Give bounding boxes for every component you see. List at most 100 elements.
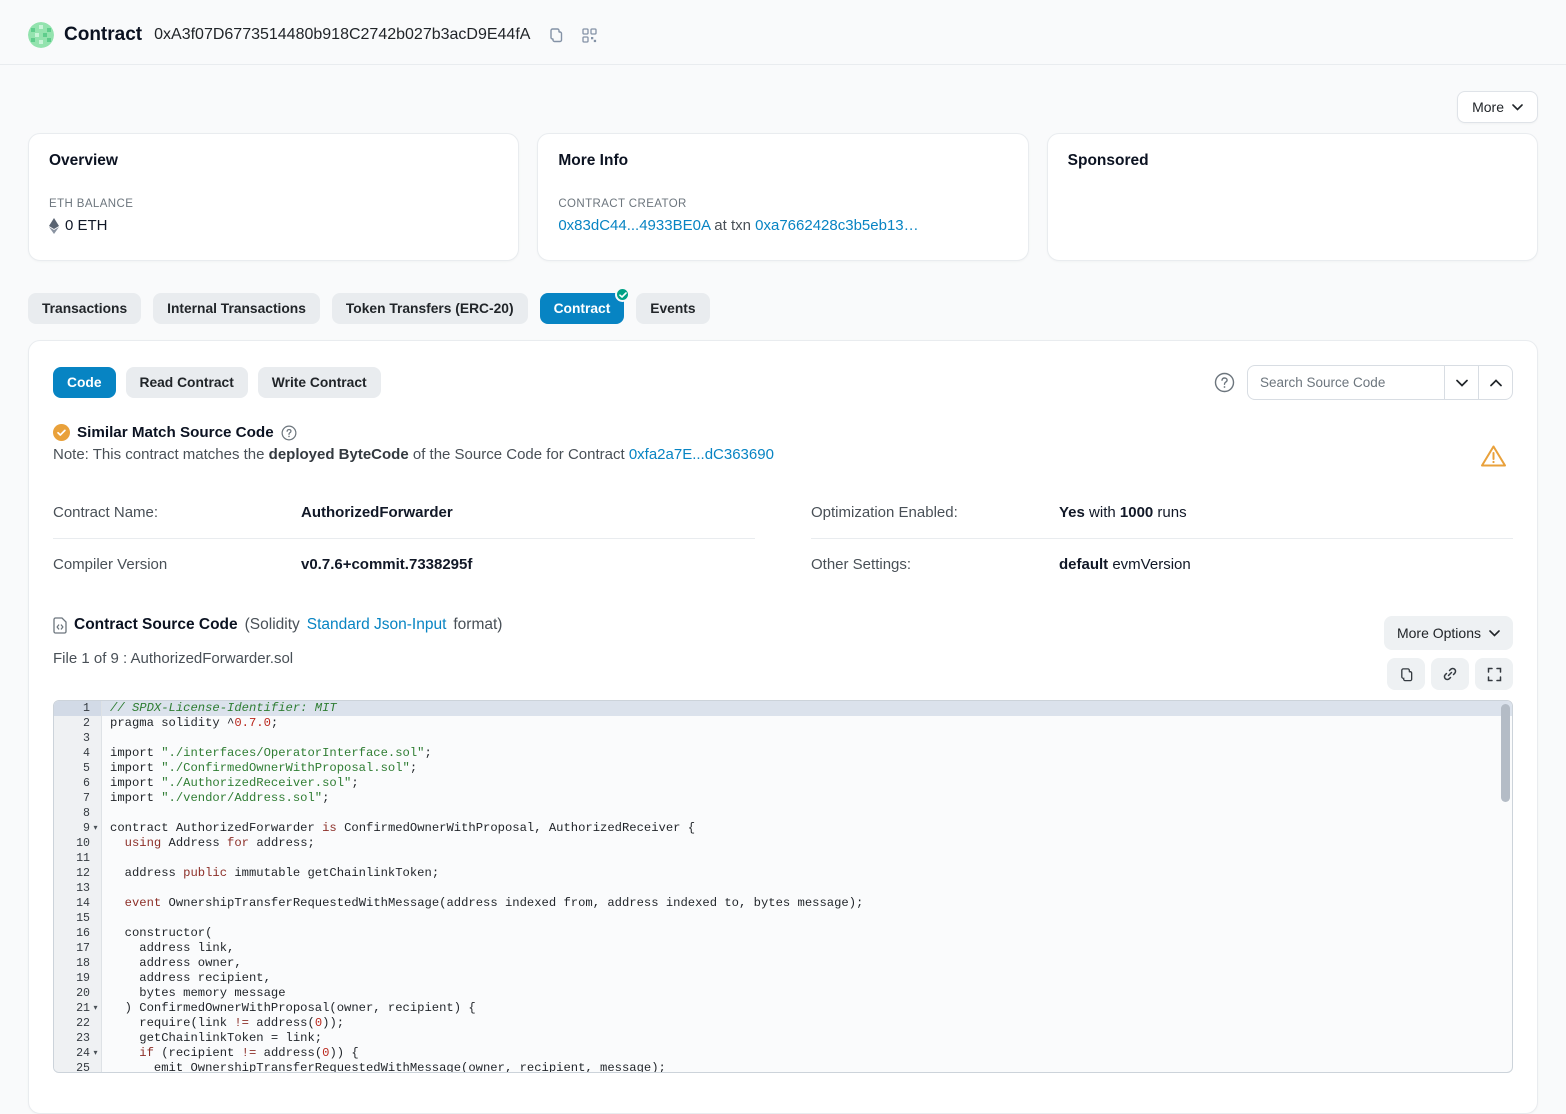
line-number[interactable]: 25 [54, 1061, 102, 1073]
code-lines: 1// SPDX-License-Identifier: MIT2pragma … [54, 701, 1512, 1073]
code-text: address recipient, [102, 971, 271, 986]
help-icon[interactable] [1214, 372, 1235, 393]
tab-events[interactable]: Events [636, 293, 709, 324]
code-line: 25 emit OwnershipTransferRequestedWithMe… [54, 1061, 1512, 1073]
compiler-version-label: Compiler Version [53, 556, 301, 573]
code-editor[interactable]: 1// SPDX-License-Identifier: MIT2pragma … [53, 700, 1513, 1073]
line-number[interactable]: 20 [54, 986, 102, 1001]
code-text: import "./AuthorizedReceiver.sol"; [102, 776, 359, 791]
copy-address-icon[interactable] [548, 27, 564, 43]
line-number[interactable]: 13 [54, 881, 102, 896]
json-input-link[interactable]: Standard Json-Input [307, 616, 447, 634]
code-line: 15 [54, 911, 1512, 926]
code-line: 8 [54, 806, 1512, 821]
line-number[interactable]: 19 [54, 971, 102, 986]
line-number[interactable]: 10 [54, 836, 102, 851]
tab-transactions[interactable]: Transactions [28, 293, 141, 324]
line-number[interactable]: 1 [54, 701, 102, 716]
copy-source-button[interactable] [1387, 658, 1425, 690]
line-number[interactable]: 3 [54, 731, 102, 746]
line-number[interactable]: 23 [54, 1031, 102, 1046]
code-text: address owner, [102, 956, 242, 971]
code-text: event OwnershipTransferRequestedWithMess… [102, 896, 863, 911]
qr-code-icon[interactable] [582, 28, 597, 43]
line-number[interactable]: 18 [54, 956, 102, 971]
subtab-code[interactable]: Code [53, 367, 116, 398]
code-line: 12 address public immutable getChainlink… [54, 866, 1512, 881]
code-text: import "./interfaces/OperatorInterface.s… [102, 746, 432, 761]
search-source-input[interactable] [1247, 365, 1445, 400]
line-number[interactable]: 15 [54, 911, 102, 926]
note-bold: deployed ByteCode [269, 446, 409, 463]
source-code-heading: Contract Source Code [74, 616, 238, 634]
tab-contract[interactable]: Contract [540, 293, 625, 324]
line-number[interactable]: 9▾ [54, 821, 102, 836]
subtab-bar: Code Read Contract Write Contract [53, 367, 381, 398]
line-number[interactable]: 5 [54, 761, 102, 776]
subtab-write-contract[interactable]: Write Contract [258, 367, 381, 398]
code-text [102, 806, 110, 821]
search-next-button[interactable] [1444, 365, 1479, 400]
code-text: // SPDX-License-Identifier: MIT [102, 701, 337, 716]
contract-creator-label: CONTRACT CREATOR [558, 198, 1007, 210]
page-header: Contract 0xA3f07D6773514480b918C2742b027… [28, 0, 1538, 64]
more-options-label: More Options [1397, 625, 1481, 641]
at-txn-text: at txn [710, 217, 755, 234]
page-title: Contract [64, 24, 142, 46]
optimization-label: Optimization Enabled: [811, 504, 1059, 521]
tab-internal-transactions[interactable]: Internal Transactions [153, 293, 320, 324]
overview-title: Overview [49, 152, 498, 170]
help-icon[interactable] [281, 425, 297, 441]
code-line: 6import "./AuthorizedReceiver.sol"; [54, 776, 1512, 791]
contract-panel: Code Read Contract Write Contract [28, 340, 1538, 1114]
code-text [102, 731, 110, 746]
code-line: 5import "./ConfirmedOwnerWithProposal.so… [54, 761, 1512, 776]
line-number[interactable]: 8 [54, 806, 102, 821]
warning-triangle-icon[interactable] [1480, 444, 1507, 473]
fold-toggle-icon[interactable]: ▾ [90, 1001, 101, 1016]
line-number[interactable]: 24▾ [54, 1046, 102, 1061]
chevron-down-icon [1456, 379, 1468, 387]
optimization-value: Yes with 1000 runs [1059, 504, 1187, 521]
contract-metadata: Contract Name: AuthorizedForwarder Compi… [53, 487, 1513, 590]
line-number[interactable]: 12 [54, 866, 102, 881]
line-number[interactable]: 22 [54, 1016, 102, 1031]
code-line: 4import "./interfaces/OperatorInterface.… [54, 746, 1512, 761]
line-number[interactable]: 14 [54, 896, 102, 911]
code-text [102, 911, 110, 926]
code-line: 21▾ ) ConfirmedOwnerWithProposal(owner, … [54, 1001, 1512, 1016]
line-number[interactable]: 21▾ [54, 1001, 102, 1016]
expand-icon [1487, 667, 1502, 682]
matched-contract-link[interactable]: 0xfa2a7E...dC363690 [629, 446, 774, 463]
tab-token-transfers[interactable]: Token Transfers (ERC-20) [332, 293, 528, 324]
note-prefix: Note: This contract matches the [53, 446, 269, 463]
code-text: if (recipient != address(0)) { [102, 1046, 359, 1061]
eth-icon [49, 218, 59, 234]
similar-match-heading: Similar Match Source Code [77, 424, 274, 441]
more-options-button[interactable]: More Options [1384, 616, 1513, 650]
line-number[interactable]: 11 [54, 851, 102, 866]
fold-toggle-icon[interactable]: ▾ [90, 821, 101, 836]
search-prev-button[interactable] [1478, 365, 1513, 400]
creator-address-link[interactable]: 0x83dC44...4933BE0A [558, 217, 710, 234]
permalink-button[interactable] [1431, 658, 1469, 690]
creation-txn-link[interactable]: 0xa7662428c3b5eb13… [755, 217, 918, 234]
line-number[interactable]: 17 [54, 941, 102, 956]
line-number[interactable]: 4 [54, 746, 102, 761]
fold-toggle-icon[interactable]: ▾ [90, 1046, 101, 1061]
code-line: 20 bytes memory message [54, 986, 1512, 1001]
line-number[interactable]: 7 [54, 791, 102, 806]
subtab-read-contract[interactable]: Read Contract [126, 367, 248, 398]
line-number[interactable]: 2 [54, 716, 102, 731]
expand-button[interactable] [1475, 658, 1513, 690]
overview-card: Overview ETH BALANCE 0 ETH [28, 133, 519, 261]
line-number[interactable]: 16 [54, 926, 102, 941]
editor-scrollbar[interactable] [1501, 704, 1510, 802]
scrollbar-thumb[interactable] [1501, 704, 1510, 802]
line-number[interactable]: 6 [54, 776, 102, 791]
code-text: getChainlinkToken = link; [102, 1031, 322, 1046]
contract-address: 0xA3f07D6773514480b918C2742b027b3acD9E44… [154, 26, 530, 44]
code-line: 9▾contract AuthorizedForwarder is Confir… [54, 821, 1512, 836]
contract-name-label: Contract Name: [53, 504, 301, 521]
more-button[interactable]: More [1457, 91, 1538, 123]
